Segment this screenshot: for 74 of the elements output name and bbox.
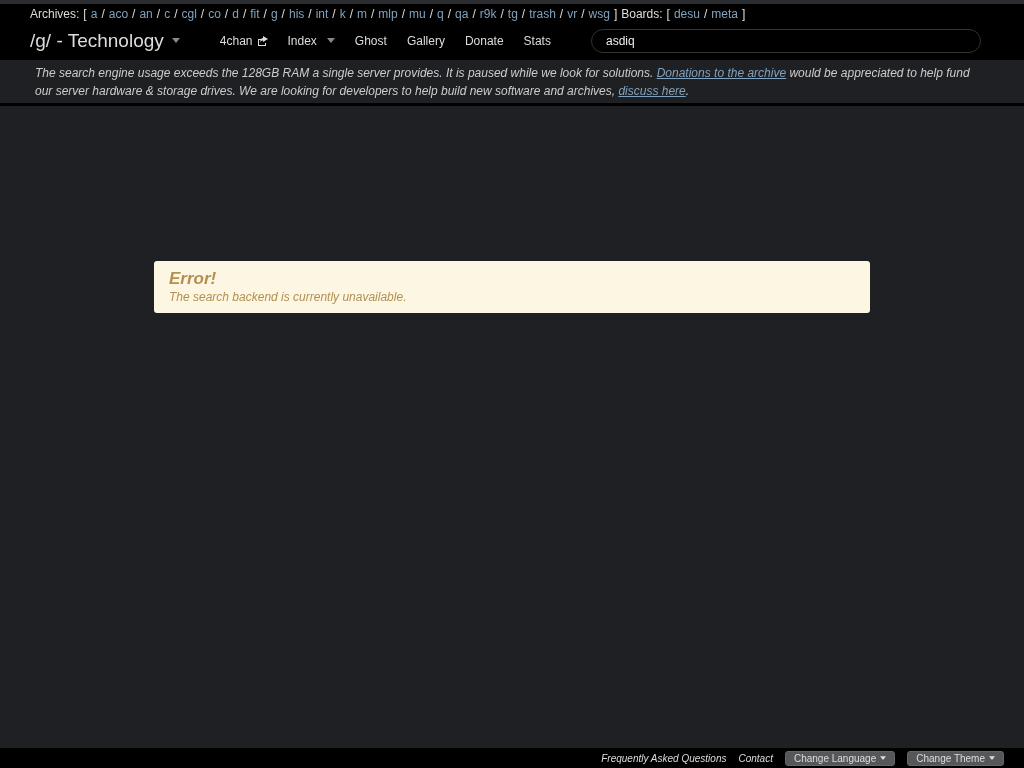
separator: / (703, 6, 708, 21)
board-title[interactable]: /g/ - Technology (30, 29, 164, 52)
separator: / (332, 6, 336, 21)
separator: / (472, 6, 476, 21)
board-link[interactable]: d (232, 6, 239, 21)
footer-link[interactable]: Contact (738, 752, 773, 764)
separator: / (242, 6, 247, 21)
board-link[interactable]: trash (529, 6, 556, 21)
separator: / (132, 6, 136, 21)
error-message: The search backend is currently unavailable. (169, 290, 408, 304)
separator: / (581, 6, 585, 21)
notice-link[interactable]: discuss here (618, 84, 686, 98)
separator: / (263, 6, 267, 21)
notice-link[interactable]: Donations to the archive (656, 66, 787, 80)
board-link[interactable]: aco (108, 6, 129, 21)
separator: / (174, 6, 178, 21)
search-field[interactable]: asdiq (590, 28, 981, 53)
nav-dropdown[interactable]: Index (277, 33, 345, 48)
separator: / (371, 6, 375, 21)
separator: / (521, 6, 526, 21)
board-link[interactable]: vr (567, 6, 578, 21)
bracket: ] (613, 6, 618, 21)
board-link[interactable]: co (208, 6, 221, 21)
board-link[interactable]: q (437, 6, 444, 21)
footer-button[interactable]: Change Language (784, 750, 896, 766)
board-link[interactable]: c (164, 6, 171, 21)
board-link[interactable]: fit (250, 6, 260, 21)
footer-button[interactable]: Change Theme (907, 750, 1004, 766)
nav-link[interactable]: Stats (513, 33, 561, 48)
separator: / (429, 6, 434, 21)
board-link[interactable]: tg (507, 6, 518, 21)
nav-link[interactable]: Donate (454, 33, 514, 48)
caret-icon (326, 38, 335, 43)
archives-label: Archives: (30, 6, 80, 21)
error-title: Error! (169, 269, 218, 289)
board-link[interactable]: int (315, 6, 329, 21)
bracket: [ (666, 6, 670, 21)
nav-link[interactable]: 4chan (209, 33, 278, 48)
board-link[interactable]: a (90, 6, 98, 21)
board-link[interactable]: qa (455, 6, 469, 21)
bracket: [ (83, 6, 87, 21)
caret-icon (171, 38, 180, 43)
separator: / (349, 6, 353, 21)
separator: / (447, 6, 452, 21)
separator: / (308, 6, 312, 21)
caret-icon (989, 756, 995, 760)
board-link[interactable]: mlp (378, 6, 398, 21)
board-link[interactable]: wsg (588, 6, 610, 21)
board-link[interactable]: r9k (479, 6, 497, 21)
board-link[interactable]: his (288, 6, 305, 21)
separator: / (500, 6, 504, 21)
nav-link[interactable]: Gallery (396, 33, 455, 48)
separator: / (156, 6, 161, 21)
separator: / (559, 6, 564, 21)
footer-link[interactable]: Frequently Asked Questions (601, 752, 727, 764)
board-link[interactable]: g (270, 6, 278, 21)
board-link[interactable]: desu (673, 6, 700, 21)
separator: / (401, 6, 406, 21)
notice-text: The search engine usage exceeds the 128GB RAM a single server provides. It is paused while we look for solutions. Donations to the archive would be appreciated to help fund our server hardware & storage drives. We are looking for developers to help build new software and archives, discuss here. (35, 65, 971, 100)
board-link[interactable]: mu (409, 6, 426, 21)
nav-link[interactable]: Ghost (344, 33, 397, 48)
share-icon (256, 35, 268, 46)
board-link[interactable]: k (339, 6, 346, 21)
bracket: ] (742, 6, 746, 21)
board-link[interactable]: m (357, 6, 367, 21)
board-link[interactable]: an (139, 6, 153, 21)
board-link[interactable]: meta (711, 6, 738, 21)
board-link[interactable]: cgl (181, 6, 197, 21)
separator: / (224, 6, 229, 21)
caret-icon (880, 756, 887, 760)
boards-label: Boards: (621, 6, 663, 21)
separator: / (281, 6, 285, 21)
separator: / (101, 6, 105, 21)
separator: / (200, 6, 205, 21)
